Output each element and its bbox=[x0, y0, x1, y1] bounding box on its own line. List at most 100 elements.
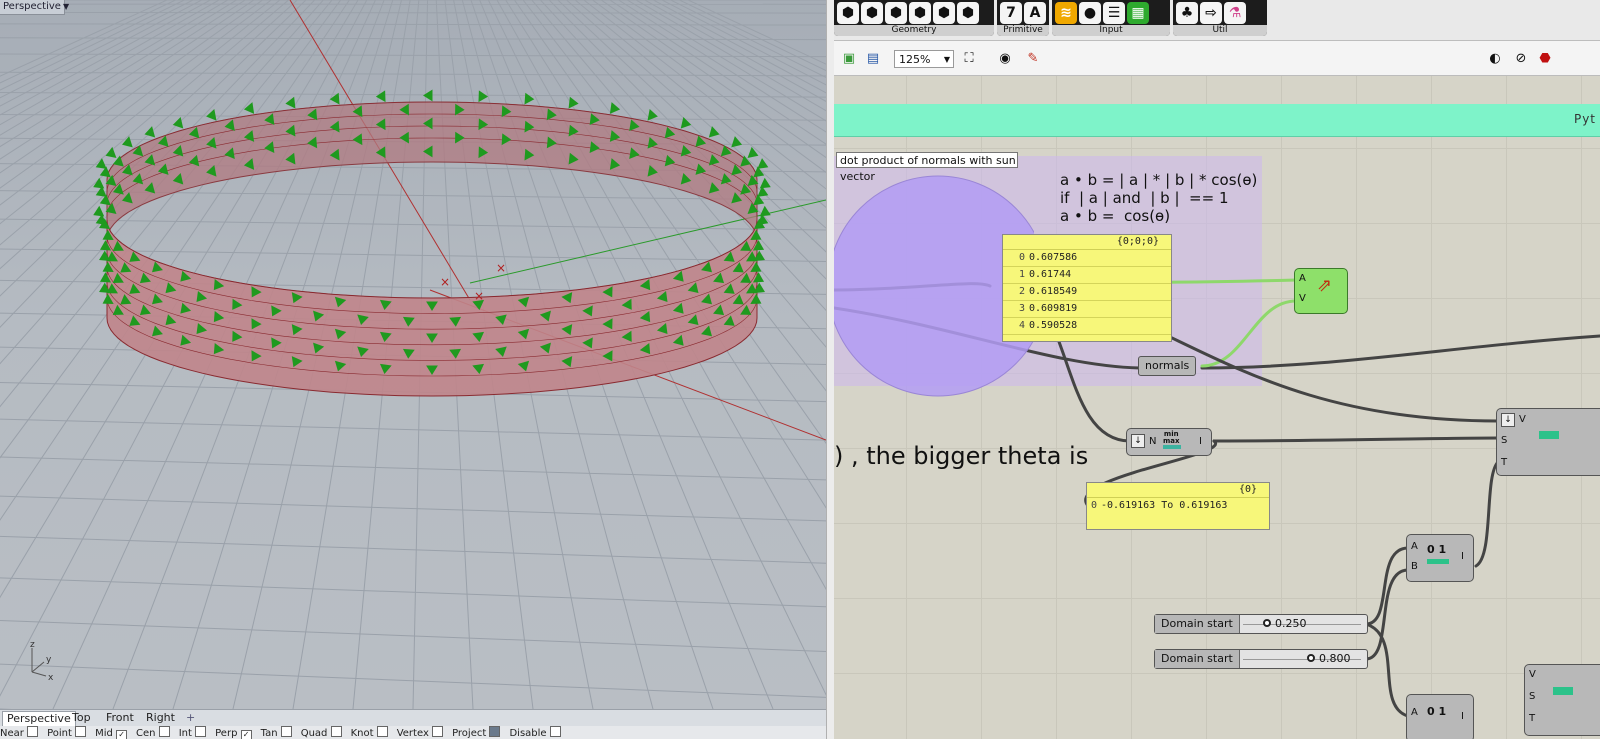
snap-checkbox[interactable] bbox=[432, 726, 444, 737]
axis-y-label: y bbox=[46, 655, 52, 665]
ribbon-group-geometry[interactable]: ⬢ ⬢ ⬢ ⬢ ⬢ ⬢ Geometry bbox=[834, 0, 994, 36]
snap-checkbox[interactable] bbox=[280, 726, 292, 737]
snap-checkbox[interactable] bbox=[240, 730, 252, 739]
snap-label: Knot bbox=[350, 728, 374, 739]
row-index: 4 bbox=[1018, 320, 1025, 331]
slider-knob[interactable] bbox=[1307, 654, 1315, 662]
snap-checkbox[interactable] bbox=[489, 726, 501, 737]
snap-checkbox[interactable] bbox=[116, 730, 128, 739]
arrow-icon[interactable]: ⇨ bbox=[1200, 2, 1222, 24]
list-icon[interactable]: ☰ bbox=[1103, 2, 1125, 24]
zoom-extents-icon[interactable]: ⛶ bbox=[960, 50, 978, 68]
zoom-select[interactable]: 125% ▼ bbox=[894, 50, 954, 68]
snap-tan[interactable]: Tan bbox=[261, 726, 295, 739]
construct-domain-component[interactable]: A 0 1 I bbox=[1406, 694, 1474, 739]
input-v-label: V bbox=[1299, 293, 1306, 304]
normals-param[interactable]: normals bbox=[1138, 356, 1197, 376]
panel-header: {0} bbox=[1087, 483, 1269, 498]
snap-label: Mid bbox=[95, 728, 113, 739]
viewport-scene[interactable]: × × × bbox=[0, 0, 826, 709]
rhino-viewport[interactable]: × × × Perspective ▼ z y x bbox=[0, 0, 826, 709]
domain-end-slider[interactable]: Domain start 0.800 bbox=[1154, 649, 1368, 669]
wire-mode-icon[interactable]: ⊘ bbox=[1512, 50, 1530, 68]
panel-header: {0;0;0} bbox=[1003, 235, 1171, 250]
snap-disable[interactable]: Disable bbox=[509, 726, 563, 739]
ribbon-group-primitive[interactable]: 7A Primitive bbox=[997, 0, 1049, 36]
viewport-title[interactable]: Perspective bbox=[0, 0, 65, 15]
domain-panel[interactable]: {0} 0 -0.619163 To 0.619163 bbox=[1086, 482, 1270, 530]
axis-triad-icon: z y x bbox=[30, 640, 54, 682]
snap-checkbox[interactable] bbox=[27, 726, 39, 737]
open-file-icon[interactable]: ▣ bbox=[840, 50, 858, 68]
tab-front[interactable]: Front bbox=[102, 711, 138, 725]
component-ribbon: ⬢ ⬢ ⬢ ⬢ ⬢ ⬢ Geometry 7A Primitive ≋ ● ☰ ▦ Input … bbox=[834, 0, 1600, 41]
construct-domain-component[interactable]: A B 0 1 I bbox=[1406, 534, 1474, 582]
snap-quad[interactable]: Quad bbox=[301, 726, 345, 739]
dot-product-panel[interactable]: {0;0;0} 0 0.607586 1 0.61744 2 0.618549 3 0.… bbox=[1002, 234, 1172, 342]
row-value: 0.609819 bbox=[1029, 303, 1078, 314]
hexagon-icon[interactable]: ⬢ bbox=[837, 2, 859, 24]
snap-vertex[interactable]: Vertex bbox=[397, 726, 446, 739]
group-tooltip: dot product of normals with sun vector bbox=[836, 152, 1018, 183]
flask-icon[interactable]: ⚗ bbox=[1224, 2, 1246, 24]
remap-component[interactable]: ↓ V S T bbox=[1496, 408, 1600, 476]
tree-icon[interactable]: ♣ bbox=[1176, 2, 1198, 24]
snap-int[interactable]: Int bbox=[179, 726, 209, 739]
tab-perspective[interactable]: Perspective bbox=[2, 711, 76, 726]
slider-knob[interactable] bbox=[1263, 619, 1271, 627]
domain-icon-label: 0 1 bbox=[1427, 705, 1447, 718]
ribbon-group-input[interactable]: ≋ ● ☰ ▦ Input bbox=[1052, 0, 1170, 36]
bounds-component[interactable]: ↓ N min max I bbox=[1126, 428, 1212, 456]
hexagon-icon[interactable]: ⬢ bbox=[885, 2, 907, 24]
snap-point[interactable]: Point bbox=[47, 726, 89, 739]
circle-icon[interactable]: ● bbox=[1079, 2, 1101, 24]
snap-label: Cen bbox=[136, 728, 156, 739]
ribbon-group-label: Primitive bbox=[997, 25, 1049, 36]
tab-top[interactable]: Top bbox=[68, 711, 95, 725]
preview-mode-icon[interactable]: ◐ bbox=[1486, 50, 1504, 68]
hexagon-icon[interactable]: ⬢ bbox=[861, 2, 883, 24]
panel-icon[interactable]: ≋ bbox=[1055, 2, 1077, 24]
hexagon-icon[interactable]: ⬢ bbox=[909, 2, 931, 24]
snap-label: Disable bbox=[509, 728, 547, 739]
domain-start-slider[interactable]: Domain start 0.250 bbox=[1154, 614, 1368, 634]
snap-checkbox[interactable] bbox=[549, 726, 561, 737]
snap-checkbox[interactable] bbox=[158, 726, 170, 737]
save-icon[interactable]: ▤ bbox=[864, 50, 882, 68]
snap-label: Point bbox=[47, 728, 72, 739]
snap-checkbox[interactable] bbox=[75, 726, 87, 737]
add-tab-icon[interactable]: + bbox=[182, 711, 199, 725]
snap-perp[interactable]: Perp bbox=[215, 727, 254, 739]
note-text: ) , the bigger theta is bbox=[834, 442, 1089, 470]
seven-icon[interactable]: 7 bbox=[1000, 2, 1022, 24]
viewport-menu-arrow-icon[interactable]: ▼ bbox=[63, 0, 72, 14]
tab-right[interactable]: Right bbox=[142, 711, 179, 725]
snap-checkbox[interactable] bbox=[376, 726, 388, 737]
remap-icon bbox=[1553, 687, 1573, 695]
hexagon-icon[interactable]: ⬢ bbox=[933, 2, 955, 24]
ribbon-group-label: Util bbox=[1173, 25, 1267, 36]
gh-canvas[interactable]: Pyt dot product of normals with sun vect… bbox=[834, 76, 1600, 739]
slider-label: Domain start bbox=[1155, 615, 1240, 633]
shaded-preview-icon[interactable]: ⬣ bbox=[1536, 50, 1554, 68]
snap-project[interactable]: Project bbox=[452, 726, 503, 739]
snap-checkbox[interactable] bbox=[330, 726, 342, 737]
ribbon-group-util[interactable]: ♣ ⇨ ⚗ Util bbox=[1173, 0, 1267, 36]
a-icon[interactable]: A bbox=[1024, 2, 1046, 24]
snap-near[interactable]: Near bbox=[0, 726, 41, 739]
sketch-pen-icon[interactable]: ✎ bbox=[1024, 50, 1042, 68]
snap-cen[interactable]: Cen bbox=[136, 726, 173, 739]
input-t-label: T bbox=[1529, 713, 1536, 724]
gradient-icon[interactable]: ▦ bbox=[1127, 2, 1149, 24]
chevron-down-icon: ▼ bbox=[943, 55, 950, 64]
snap-checkbox[interactable] bbox=[195, 726, 207, 737]
row-index: 0 bbox=[1090, 500, 1097, 511]
vector-display-component[interactable]: A V ⇗ bbox=[1294, 268, 1348, 314]
remap-component[interactable]: V S T bbox=[1524, 664, 1600, 736]
vector-arrows-icon: ⇗ bbox=[1317, 275, 1333, 296]
hexagon-icon[interactable]: ⬢ bbox=[957, 2, 979, 24]
snap-mid[interactable]: Mid bbox=[95, 727, 130, 739]
input-s-label: S bbox=[1529, 691, 1536, 702]
snap-knot[interactable]: Knot bbox=[351, 726, 391, 739]
preview-eye-icon[interactable]: ◉ bbox=[996, 50, 1014, 68]
